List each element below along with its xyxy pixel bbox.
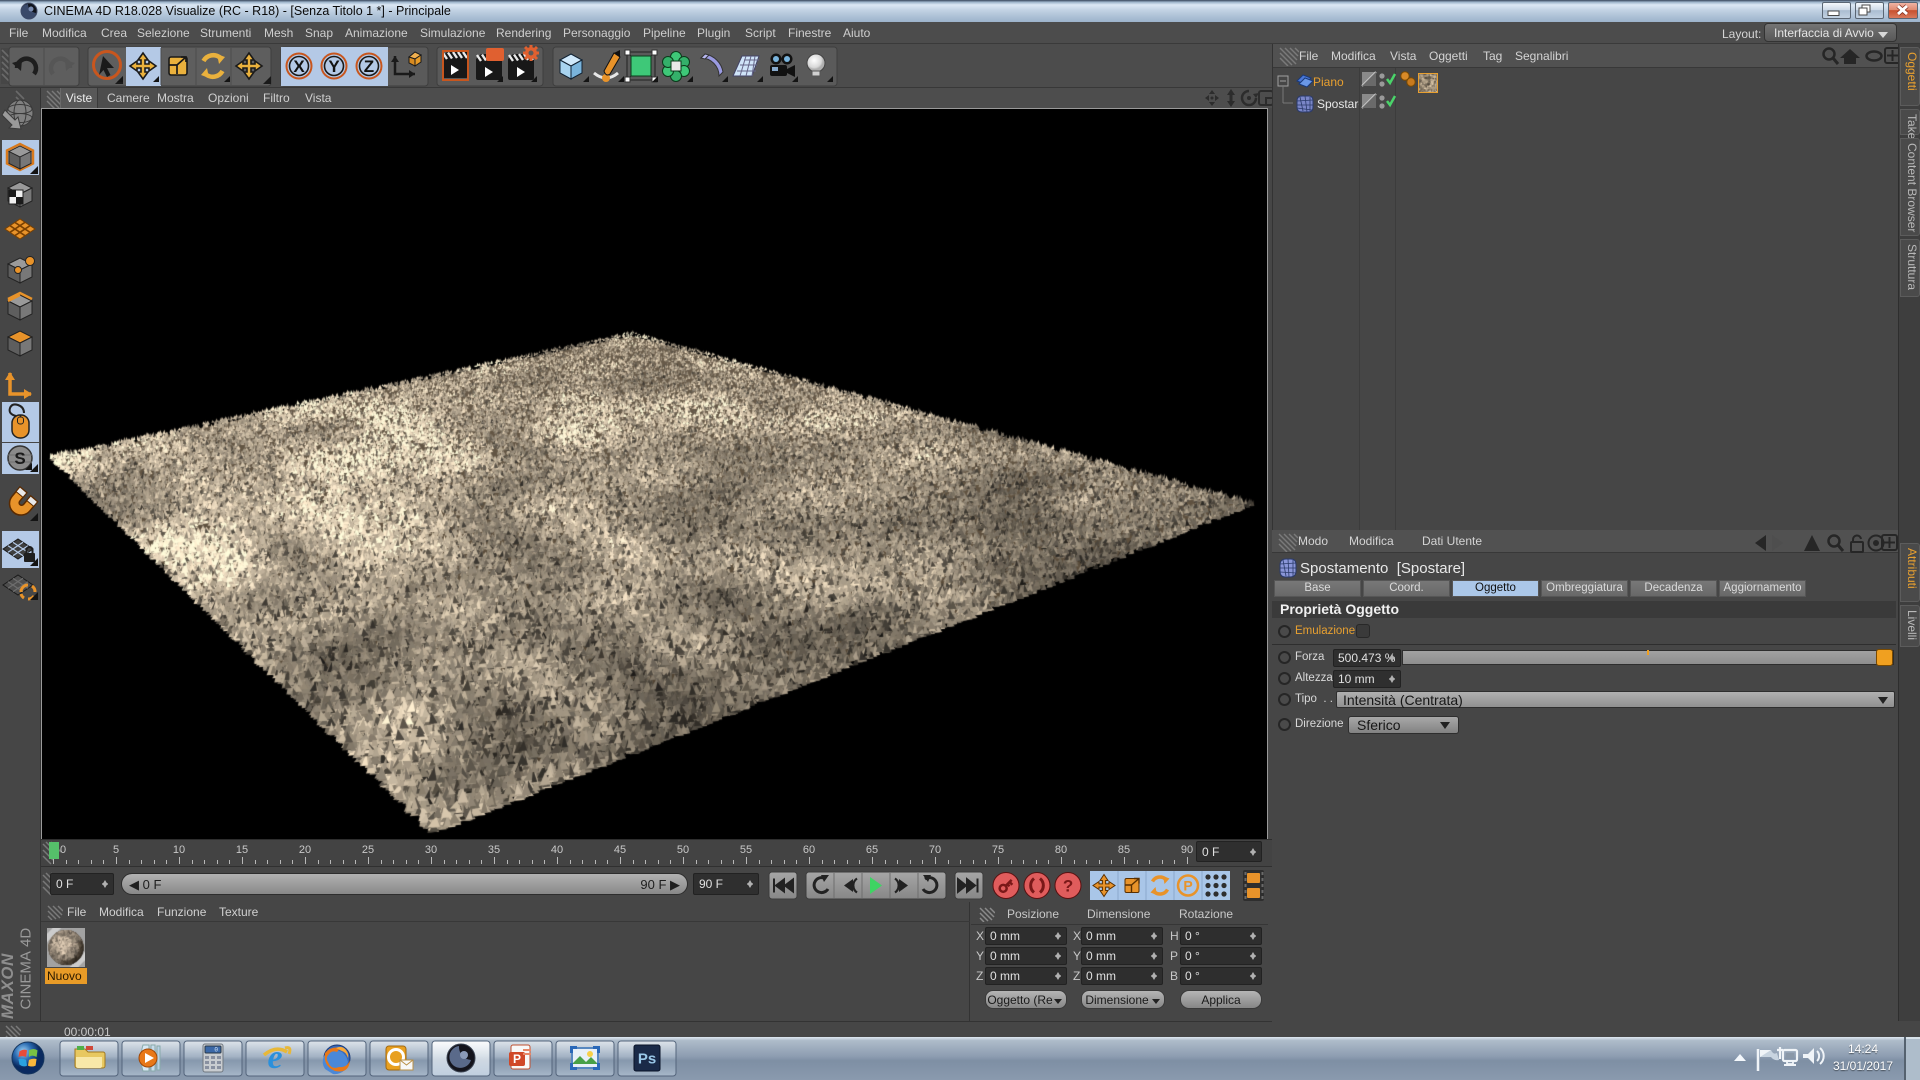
svg-text:Z: Z bbox=[364, 57, 374, 76]
svg-text:P: P bbox=[513, 1052, 521, 1066]
svg-text:e: e bbox=[267, 1039, 282, 1076]
svg-text:?: ? bbox=[1063, 877, 1073, 896]
svg-text:Y: Y bbox=[328, 57, 340, 76]
svg-text:P: P bbox=[1183, 878, 1192, 894]
svg-text:S: S bbox=[14, 449, 25, 468]
svg-text:0: 0 bbox=[214, 1047, 218, 1054]
svg-text:Ps: Ps bbox=[638, 1051, 656, 1068]
svg-text:X: X bbox=[293, 57, 305, 76]
